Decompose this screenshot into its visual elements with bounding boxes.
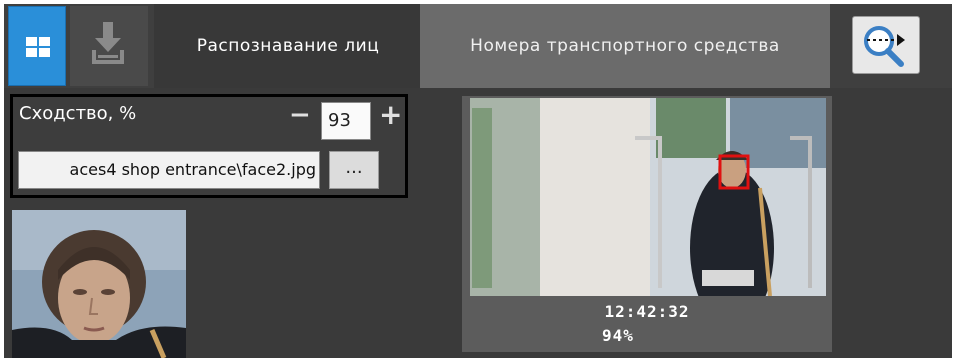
download-tray-icon: [92, 22, 124, 64]
query-face-image: [12, 210, 186, 358]
result-card[interactable]: 12:42:32 94%: [462, 96, 832, 352]
search-panel: Сходство, % − 93 + aces4 shop entrance\f…: [10, 94, 408, 198]
tab-face-recognition[interactable]: Распознавание лиц: [154, 4, 422, 88]
similarity-input[interactable]: 93: [321, 102, 371, 140]
export-button[interactable]: [70, 6, 148, 86]
grid-icon: [9, 7, 67, 87]
image-path-field[interactable]: aces4 shop entrance\face2.jpg: [18, 151, 320, 189]
toolbar: Распознавание лиц Номера транспортного с…: [4, 4, 952, 88]
browse-button[interactable]: ...: [329, 151, 379, 189]
result-timestamp: 12:42:32: [604, 302, 690, 321]
magnifier-arrow-icon: [864, 26, 905, 67]
tab-vehicle-plates[interactable]: Номера транспортного средства: [420, 4, 830, 88]
minus-icon[interactable]: −: [289, 101, 311, 129]
tab-label: Номера транспортного средства: [470, 36, 780, 56]
plus-icon[interactable]: +: [379, 100, 402, 130]
search-button[interactable]: [852, 16, 920, 74]
result-similarity: 94%: [602, 326, 634, 345]
layout-button[interactable]: [8, 6, 66, 86]
similarity-label: Сходство, %: [19, 103, 137, 124]
tab-label: Распознавание лиц: [196, 36, 380, 56]
camera-frame: [470, 98, 826, 296]
app-frame: Распознавание лиц Номера транспортного с…: [4, 4, 952, 358]
